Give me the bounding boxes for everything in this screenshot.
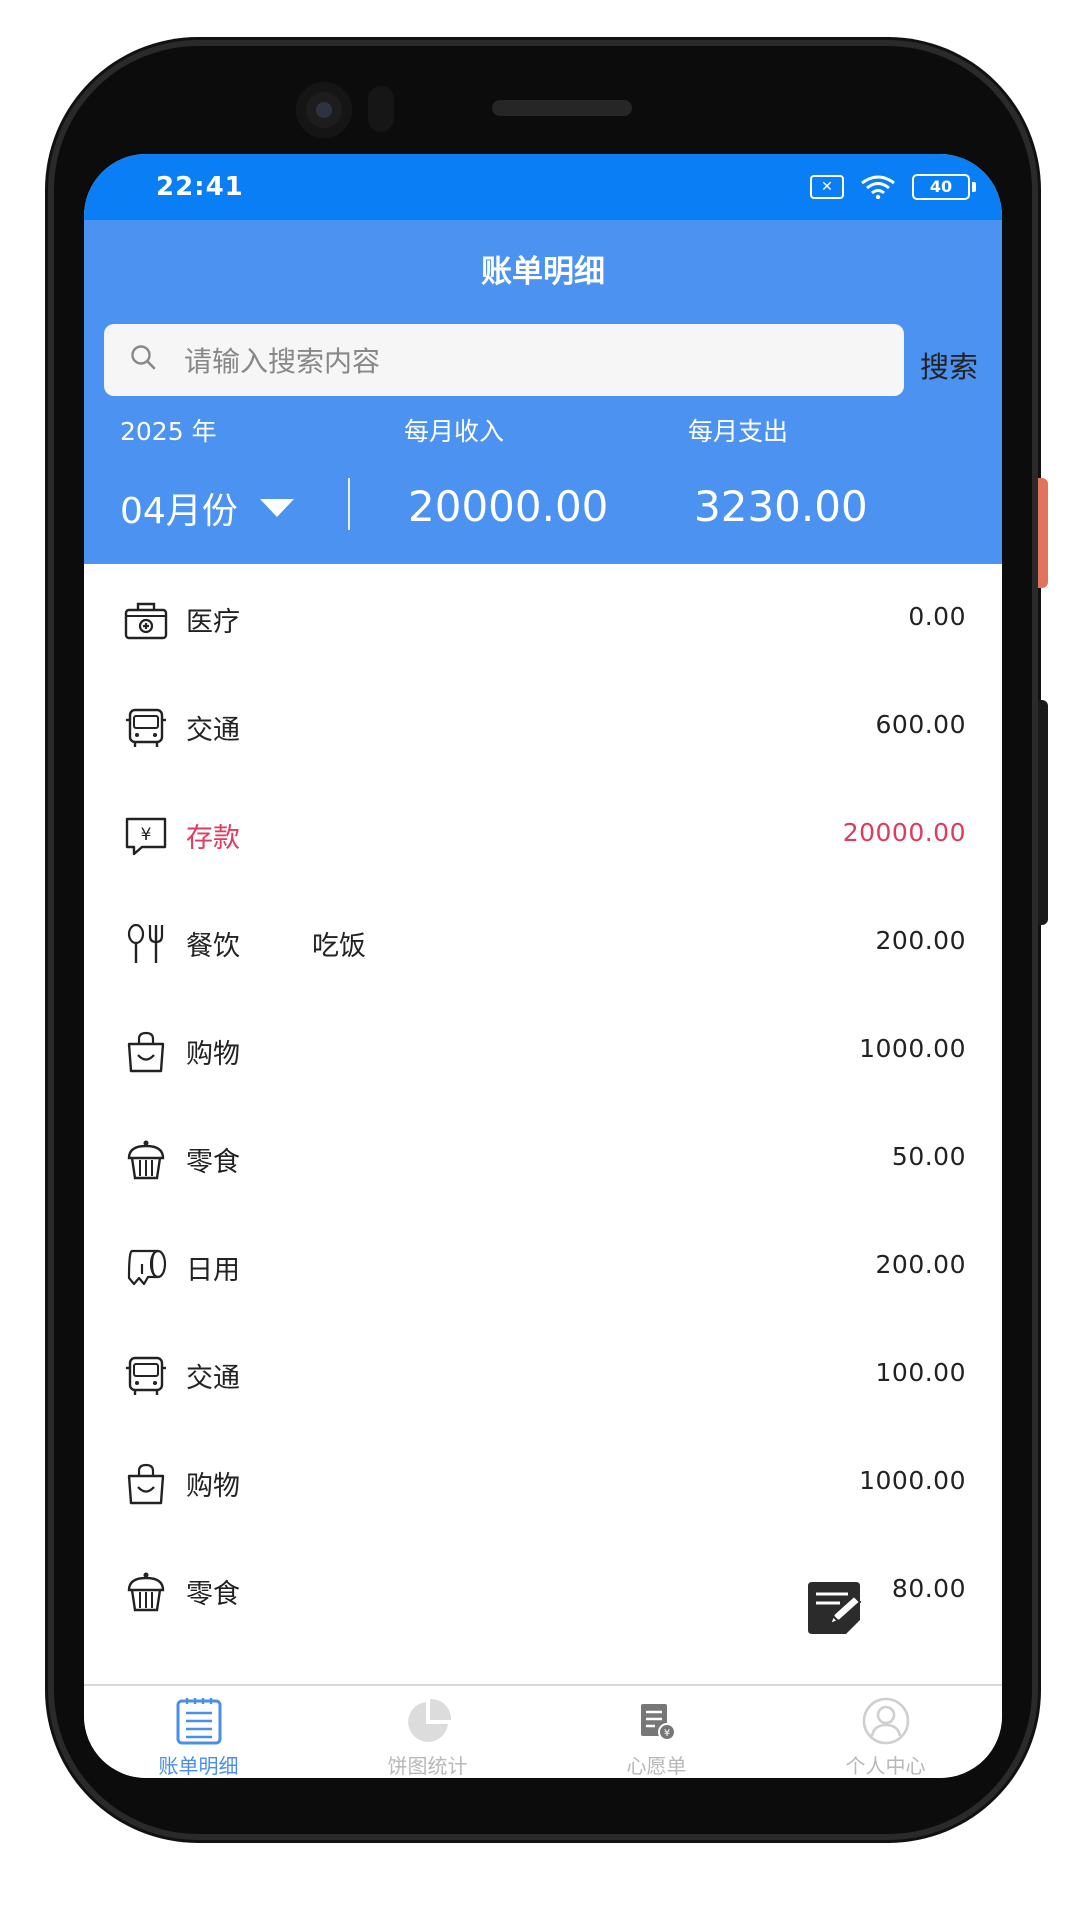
cupcake-icon bbox=[127, 1140, 165, 1180]
search-icon bbox=[131, 345, 156, 370]
bill-row[interactable]: 交通 100.00 bbox=[84, 1320, 1002, 1428]
bill-note: 吃饭 bbox=[312, 931, 366, 962]
bill-amount: 1000.00 bbox=[859, 1466, 966, 1495]
bill-category: 交通 bbox=[186, 715, 240, 746]
bill-category: 医疗 bbox=[186, 607, 240, 638]
cupcake-icon bbox=[127, 1572, 165, 1612]
bill-category: 餐饮 bbox=[186, 931, 240, 962]
bill-row[interactable]: 医疗 0.00 bbox=[84, 564, 1002, 672]
battery-icon: 40 bbox=[912, 174, 976, 200]
status-time: 22:41 bbox=[156, 172, 244, 202]
bill-row[interactable]: 购物 1000.00 bbox=[84, 996, 1002, 1104]
bill-amount: 50.00 bbox=[891, 1142, 966, 1171]
svg-text:¥: ¥ bbox=[141, 825, 152, 845]
month-selector[interactable]: 04月份 bbox=[120, 482, 294, 534]
bill-category: 零食 bbox=[186, 1147, 240, 1178]
svg-text:¥: ¥ bbox=[663, 1728, 669, 1739]
tab-pie-statistics[interactable]: 饼图统计 bbox=[313, 1696, 542, 1778]
bill-amount: 100.00 bbox=[875, 1358, 966, 1387]
tab-label: 个人中心 bbox=[845, 1754, 926, 1778]
bill-category: 交通 bbox=[186, 1363, 240, 1394]
tab-label: 账单明细 bbox=[158, 1754, 239, 1778]
no-sim-icon: ✕ bbox=[810, 175, 844, 199]
bill-row[interactable]: 餐饮 吃饭 200.00 bbox=[84, 888, 1002, 996]
year-label[interactable]: 2025 年 bbox=[120, 412, 217, 448]
bill-category: 日用 bbox=[186, 1255, 240, 1286]
expense-label: 每月支出 bbox=[688, 417, 789, 446]
income-label: 每月收入 bbox=[404, 417, 505, 446]
bill-category: 购物 bbox=[186, 1039, 240, 1070]
power-button bbox=[1038, 478, 1048, 588]
bill-row[interactable]: 购物 1000.00 bbox=[84, 1428, 1002, 1536]
add-record-button[interactable] bbox=[804, 1580, 864, 1636]
bill-category: 零食 bbox=[186, 1579, 240, 1610]
status-bar: 22:41 ✕ 40 bbox=[84, 154, 1002, 220]
bus-icon bbox=[126, 708, 166, 747]
tab-bill-detail[interactable]: 账单明细 bbox=[84, 1696, 313, 1778]
wifi-icon bbox=[861, 175, 895, 199]
earpiece-speaker bbox=[492, 100, 632, 116]
header: 账单明细 搜索 2025 年 每月收入 每月支出 04月份 20000.00 3… bbox=[84, 220, 1002, 564]
tab-label: 心愿单 bbox=[626, 1754, 687, 1778]
yuan-deposit-icon: ¥ bbox=[125, 817, 167, 856]
page-title: 账单明细 bbox=[481, 254, 605, 290]
medical-kit-icon bbox=[124, 602, 168, 640]
bill-row[interactable]: 零食 50.00 bbox=[84, 1104, 1002, 1212]
bill-amount: 20000.00 bbox=[842, 818, 966, 847]
bill-row[interactable]: ¥ 存款 20000.00 bbox=[84, 780, 1002, 888]
app-screen: 22:41 ✕ 40 账单明细 搜索 2025 年 每月收入 每月支出 04 bbox=[84, 154, 1002, 1778]
fork-spoon-icon bbox=[127, 923, 164, 963]
pie-chart-icon bbox=[407, 1698, 451, 1742]
bill-amount: 0.00 bbox=[908, 602, 966, 631]
bill-amount: 1000.00 bbox=[859, 1034, 966, 1063]
bill-list-icon bbox=[176, 1698, 221, 1745]
bottom-tab-bar: 账单明细 饼图统计 ¥ 心愿单 个人中心 bbox=[84, 1684, 1002, 1778]
header-divider bbox=[348, 478, 350, 530]
front-camera bbox=[296, 82, 352, 138]
status-icons: ✕ 40 bbox=[810, 174, 976, 200]
shopping-bag-icon bbox=[127, 1463, 165, 1505]
search-button[interactable]: 搜索 bbox=[920, 344, 978, 386]
bill-row[interactable]: 零食 80.00 bbox=[84, 1536, 1002, 1644]
tab-wish-list[interactable]: ¥ 心愿单 bbox=[542, 1696, 771, 1778]
bill-category: 存款 bbox=[186, 823, 240, 854]
tab-profile[interactable]: 个人中心 bbox=[771, 1696, 1000, 1778]
user-profile-icon bbox=[862, 1697, 909, 1745]
bill-category: 购物 bbox=[186, 1471, 240, 1502]
bill-row[interactable]: 交通 600.00 bbox=[84, 672, 1002, 780]
bill-amount: 200.00 bbox=[875, 926, 966, 955]
bill-amount: 80.00 bbox=[891, 1574, 966, 1603]
tab-label: 饼图统计 bbox=[387, 1754, 468, 1778]
expense-amount: 3230.00 bbox=[694, 482, 868, 531]
dropdown-caret-icon bbox=[259, 499, 294, 517]
wish-list-icon: ¥ bbox=[640, 1704, 676, 1741]
bill-amount: 200.00 bbox=[875, 1250, 966, 1279]
income-amount: 20000.00 bbox=[408, 482, 609, 531]
search-input[interactable] bbox=[182, 324, 886, 398]
proximity-sensor bbox=[368, 86, 394, 132]
bus-icon bbox=[126, 1356, 166, 1395]
shopping-bag-icon bbox=[127, 1031, 165, 1073]
tissue-roll-icon bbox=[127, 1249, 167, 1286]
bill-row[interactable]: 日用 200.00 bbox=[84, 1212, 1002, 1320]
volume-button bbox=[1038, 700, 1048, 925]
search-box[interactable] bbox=[104, 324, 904, 398]
bill-amount: 600.00 bbox=[875, 710, 966, 739]
month-label: 04月份 bbox=[120, 491, 238, 532]
